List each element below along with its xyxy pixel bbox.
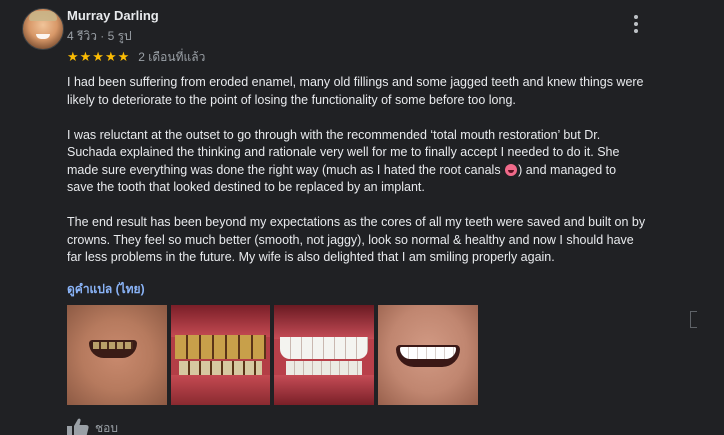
reviewer-name[interactable]: Murray Darling [67,8,159,23]
photo-gum [171,305,270,337]
rating-row: ★★★★★ 2 เดือนที่แล้ว [67,49,205,65]
more-vert-icon[interactable] [626,12,646,36]
reviewer-avatar[interactable] [22,8,64,50]
avatar-smile [36,34,50,39]
carousel-next-handle[interactable] [690,311,697,328]
photo-teeth [280,337,368,359]
grinning-face-emoji-icon [505,163,518,176]
star-rating-icons: ★★★★★ [67,49,131,64]
more-dot [634,22,638,26]
review-paragraph-3: The end result has been beyond my expect… [67,215,646,264]
photo-gum [274,305,374,339]
thumbs-up-icon [67,418,89,435]
photo-gum [274,375,374,405]
review-paragraph-1: I had been suffering from eroded enamel,… [67,75,644,107]
review-date: 2 เดือนที่แล้ว [138,49,206,64]
photo-teeth [179,361,262,375]
review-text: I had been suffering from eroded enamel,… [67,74,683,267]
review-paragraph-2: I was reluctant at the outset to go thro… [67,127,683,197]
photo-after-smile[interactable] [378,305,478,405]
photo-before-teeth-closeup[interactable] [171,305,270,405]
photo-gum [171,375,270,405]
photo-before-smile[interactable] [67,305,167,405]
reviewer-meta: 4 รีวิว · 5 รูป [67,29,132,43]
more-dot [634,29,638,33]
like-label: ชอบ [95,420,118,435]
photo-teeth [286,361,362,375]
photo-teeth [93,342,133,349]
more-dot [634,15,638,19]
like-button[interactable]: ชอบ [67,418,118,435]
avatar-hair [29,11,57,21]
photo-teeth [175,335,266,359]
photo-teeth [400,347,456,359]
review-card: Murray Darling 4 รีวิว · 5 รูป ★★★★★ 2 เ… [0,0,724,435]
photo-after-teeth-closeup[interactable] [274,305,374,405]
translate-link[interactable]: ดูคำแปล (ไทย) [67,280,145,299]
review-photos [67,305,478,405]
